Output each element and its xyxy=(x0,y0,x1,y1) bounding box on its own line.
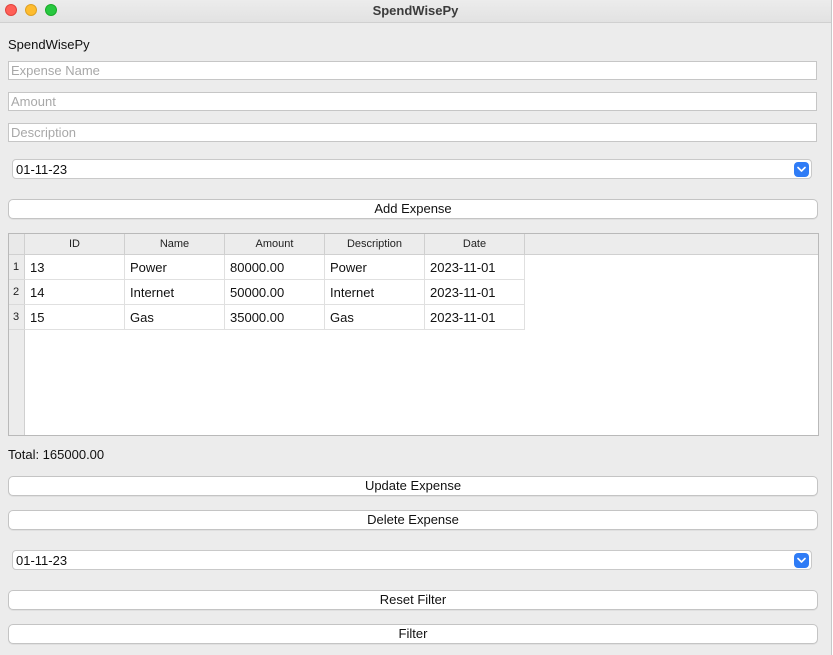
update-expense-button[interactable]: Update Expense xyxy=(8,476,818,496)
table-cell-date[interactable]: 2023-11-01 xyxy=(425,305,525,330)
filter-button[interactable]: Filter xyxy=(8,624,818,644)
table-cell-date[interactable]: 2023-11-01 xyxy=(425,255,525,280)
column-header-name[interactable]: Name xyxy=(125,234,225,255)
table-cell-date[interactable]: 2023-11-01 xyxy=(425,280,525,305)
table-cell-id[interactable]: 14 xyxy=(25,280,125,305)
column-header-description[interactable]: Description xyxy=(325,234,425,255)
table-cell-id[interactable]: 13 xyxy=(25,255,125,280)
total-label: Total: 165000.00 xyxy=(8,447,105,462)
filter-date-picker[interactable]: 01-11-23 xyxy=(12,550,812,570)
delete-expense-button[interactable]: Delete Expense xyxy=(8,510,818,530)
expense-name-input[interactable] xyxy=(8,61,817,80)
table-cell-description[interactable]: Power xyxy=(325,255,425,280)
expense-table: ID Name Amount Description Date 1 2 3 13… xyxy=(8,233,819,436)
table-cell-description[interactable]: Internet xyxy=(325,280,425,305)
add-expense-button[interactable]: Add Expense xyxy=(8,199,818,219)
table-cell-amount[interactable]: 80000.00 xyxy=(225,255,325,280)
table-cell-amount[interactable]: 50000.00 xyxy=(225,280,325,305)
reset-filter-button[interactable]: Reset Filter xyxy=(8,590,818,610)
expense-date-picker[interactable]: 01-11-23 xyxy=(12,159,812,179)
filter-date-value: 01-11-23 xyxy=(16,553,68,568)
description-input[interactable] xyxy=(8,123,817,142)
app-window: SpendWisePy SpendWisePy 01-11-23 Add Exp… xyxy=(0,0,832,655)
row-header[interactable]: 2 xyxy=(9,280,25,305)
table-cell-name[interactable]: Power xyxy=(125,255,225,280)
column-header-bar: ID Name Amount Description Date xyxy=(25,234,818,255)
window-title: SpendWisePy xyxy=(372,3,459,18)
title-bar: SpendWisePy xyxy=(0,0,831,23)
table-corner xyxy=(9,234,25,255)
column-header-amount[interactable]: Amount xyxy=(225,234,325,255)
table-cell-id[interactable]: 15 xyxy=(25,305,125,330)
row-header[interactable]: 3 xyxy=(9,305,25,330)
amount-input[interactable] xyxy=(8,92,817,111)
column-header-date[interactable]: Date xyxy=(425,234,525,255)
table-cell-name[interactable]: Internet xyxy=(125,280,225,305)
column-header-id[interactable]: ID xyxy=(25,234,125,255)
table-cell-description[interactable]: Gas xyxy=(325,305,425,330)
chevron-down-icon[interactable] xyxy=(794,162,809,177)
row-header[interactable]: 1 xyxy=(9,255,25,280)
table-cell-amount[interactable]: 35000.00 xyxy=(225,305,325,330)
app-heading: SpendWisePy xyxy=(8,37,90,52)
chevron-down-icon[interactable] xyxy=(794,553,809,568)
expense-date-value: 01-11-23 xyxy=(16,162,68,177)
table-cell-name[interactable]: Gas xyxy=(125,305,225,330)
